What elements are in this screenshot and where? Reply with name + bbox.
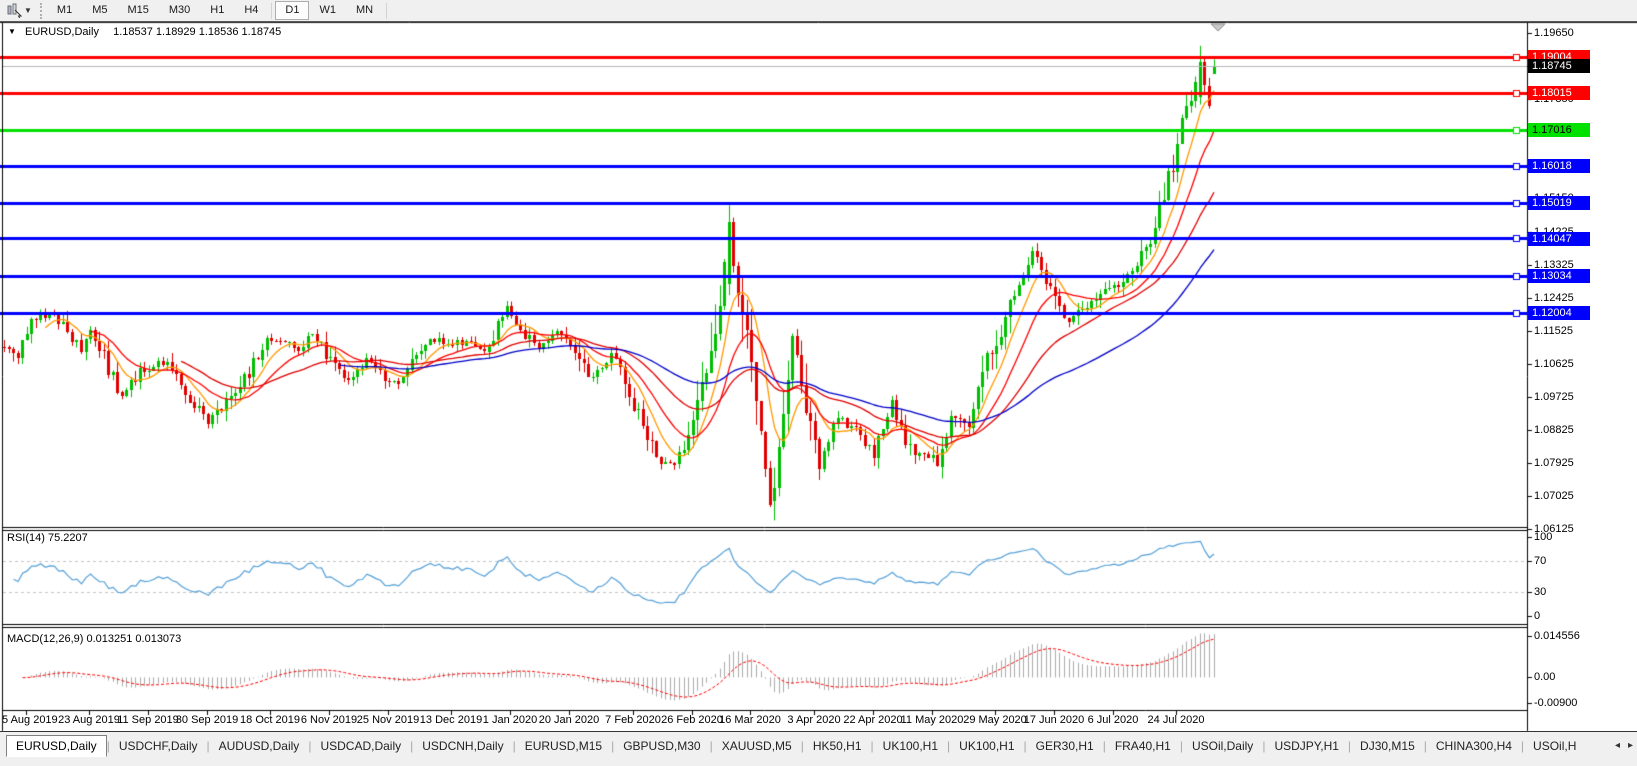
timeframe-button-m30[interactable]: M30 [159,1,200,20]
time-axis-label: 7 Feb 2020 [605,714,661,726]
symbol-tab[interactable]: USDCAD,Daily [311,736,410,756]
tabs-scroll-right-icon[interactable]: ▸ [1628,740,1633,751]
time-axis-label: 30 Sep 2019 [176,714,238,726]
price-axis-tick: 1.10625 [1534,358,1574,370]
period-toolbar: ▼ M1M5M15M30H1H4 D1W1MN [0,0,1637,22]
time-axis-label: 24 Jul 2020 [1148,714,1205,726]
symbol-tab[interactable]: UK100,H1 [950,736,1023,756]
price-axis-tick: 1.12425 [1534,292,1574,304]
time-axis-label: 6 Nov 2019 [301,714,357,726]
time-axis-label: 11 Sep 2019 [117,714,179,726]
current-price-label: 1.18745 [1528,59,1590,73]
price-line-label: 1.12004 [1528,306,1590,320]
symbol-tab[interactable]: USDJPY,H1 [1265,736,1347,756]
macd-axis-tick: 0.00 [1534,671,1555,683]
symbol-tab[interactable]: UK100,H1 [874,736,947,756]
chart-title-ohlc: 1.18537 1.18929 1.18536 1.18745 [113,26,281,38]
rsi-axis-tick: 30 [1534,586,1546,598]
chart-menu-icon[interactable]: ▼ [8,27,16,36]
time-axis-label: 13 Dec 2019 [420,714,482,726]
timeframe-button-w1[interactable]: W1 [309,1,346,20]
price-line-label: 1.18015 [1528,86,1590,100]
time-axis-label: 25 Nov 2019 [357,714,419,726]
macd-pane-title: MACD(12,26,9) 0.013251 0.013073 [7,633,181,645]
symbol-tab[interactable]: AUDUSD,Daily [210,736,309,756]
price-axis-tick: 1.07925 [1534,457,1574,469]
rsi-axis-tick: 100 [1534,531,1552,543]
chart-title-symbol: EURUSD,Daily [25,26,99,38]
toolbar-grip[interactable] [40,3,42,19]
rsi-axis-tick: 0 [1534,610,1540,622]
time-axis-label: 6 Jul 2020 [1088,714,1139,726]
symbol-tab[interactable]: XAUUSD,M5 [713,736,801,756]
time-axis-label: 17 Jun 2020 [1024,714,1085,726]
time-axis-label: 22 Apr 2020 [843,714,902,726]
price-axis-tick: 1.09725 [1534,391,1574,403]
chart-cursor-icon[interactable] [4,2,24,20]
symbol-tab[interactable]: FRA40,H1 [1106,736,1180,756]
time-axis-label: 26 Feb 2020 [661,714,723,726]
time-axis-label: 11 May 2020 [901,714,964,726]
price-line-label: 1.17016 [1528,123,1590,137]
timeframe-button-m5[interactable]: M5 [82,1,117,20]
symbol-tab[interactable]: USOil,H [1524,736,1585,756]
time-axis-label: 18 Oct 2019 [240,714,300,726]
chevron-down-icon[interactable]: ▼ [24,6,32,15]
time-axis-label: 20 Jan 2020 [539,714,600,726]
price-axis-tick: 1.07025 [1534,490,1574,502]
macd-axis-tick: -0.00900 [1534,697,1577,709]
toolbar-separator [386,3,387,19]
symbol-tab[interactable]: GBPUSD,M30 [614,736,709,756]
rsi-axis-tick: 70 [1534,555,1546,567]
timeframe-button-m1[interactable]: M1 [47,1,82,20]
price-line-label: 1.15019 [1528,196,1590,210]
timeframe-button-h4[interactable]: H4 [234,1,268,20]
chart-title: ▼ EURUSD,Daily 1.18537 1.18929 1.18536 1… [8,26,281,38]
time-axis-label: 16 Mar 2020 [719,714,781,726]
symbol-tab[interactable]: USOil,Daily [1183,736,1262,756]
rsi-pane-title: RSI(14) 75.2207 [7,532,88,544]
price-chart-canvas[interactable] [0,0,1637,766]
symbol-tab[interactable]: DJ30,M15 [1351,736,1424,756]
time-axis-label: 5 Aug 2019 [2,714,58,726]
price-line-label: 1.13034 [1528,269,1590,283]
macd-axis-tick: 0.014556 [1534,630,1580,642]
price-axis-tick: 1.11525 [1534,325,1573,337]
timeframe-button-h1[interactable]: H1 [200,1,234,20]
timeframe-button-m15[interactable]: M15 [117,1,158,20]
price-axis-tick: 1.08825 [1534,424,1574,436]
toolbar-separator [271,3,272,19]
symbol-tab[interactable]: EURUSD,M15 [516,736,611,756]
symbol-tabbar: EURUSD,Daily|USDCHF,Daily|AUDUSD,Daily|U… [0,731,1637,766]
symbol-tab[interactable]: USDCHF,Daily [110,736,207,756]
timeframe-button-mn[interactable]: MN [346,1,383,20]
timeframe-button-d1[interactable]: D1 [275,1,309,20]
time-axis-label: 29 May 2020 [963,714,1027,726]
time-axis-label: 1 Jan 2020 [483,714,537,726]
time-axis-label: 23 Aug 2019 [58,714,120,726]
symbol-tab[interactable]: USDCNH,Daily [413,736,512,756]
time-axis-label: 3 Apr 2020 [787,714,840,726]
mt4-window: ▼ M1M5M15M30H1H4 D1W1MN ▼ EURUSD,Daily 1… [0,0,1637,766]
symbol-tab[interactable]: CHINA300,H4 [1427,736,1521,756]
symbol-tab[interactable]: GER30,H1 [1027,736,1103,756]
price-line-label: 1.16018 [1528,159,1590,173]
price-axis-tick: 1.19650 [1534,27,1574,39]
price-line-label: 1.14047 [1528,232,1590,246]
tabs-scroll-left-icon[interactable]: ◂ [1615,740,1620,751]
symbol-tab[interactable]: EURUSD,Daily [6,735,107,757]
symbol-tab[interactable]: HK50,H1 [804,736,871,756]
